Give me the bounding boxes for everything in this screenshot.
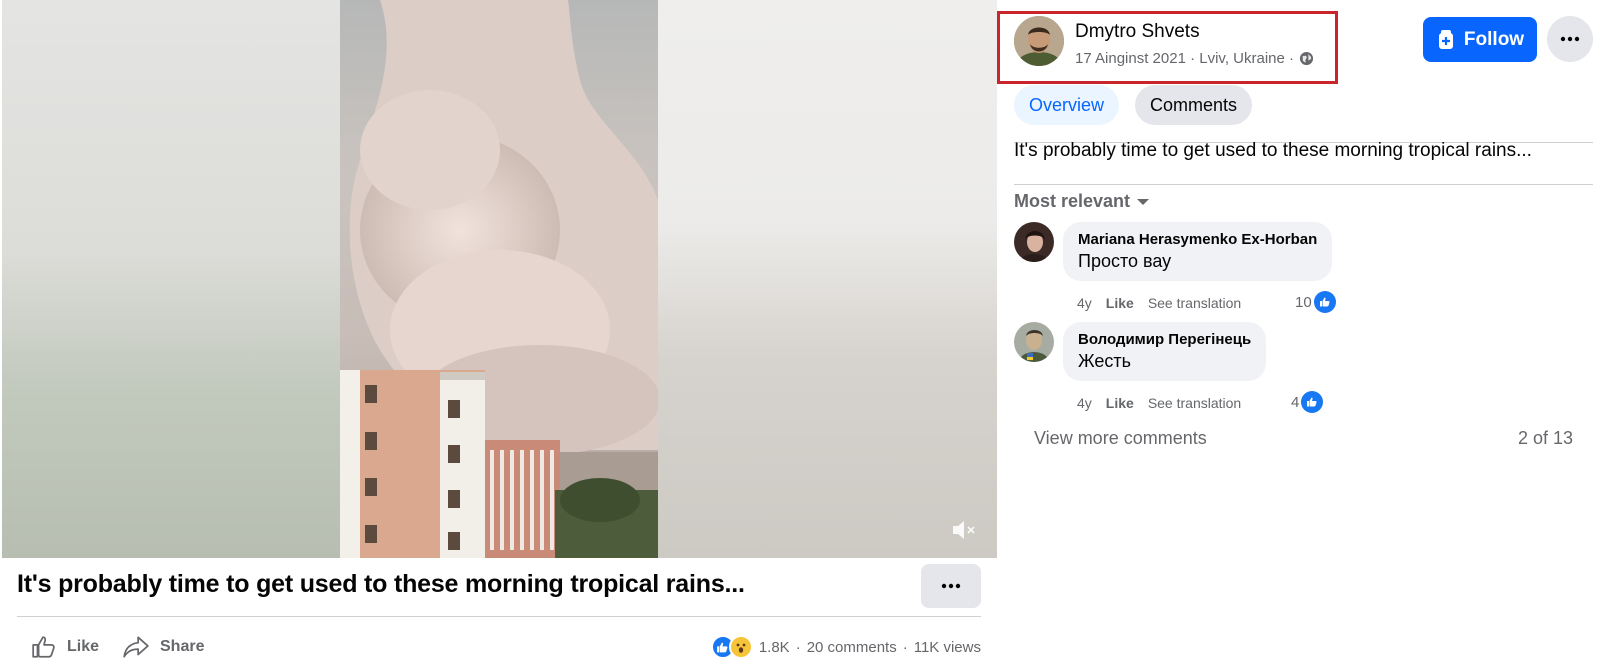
like-reaction-icon bbox=[1313, 291, 1336, 313]
sort-label: Most relevant bbox=[1014, 191, 1131, 211]
speaker-muted-icon bbox=[953, 521, 975, 539]
share-arrow-icon bbox=[123, 636, 149, 658]
comment-text: Жесть bbox=[1078, 351, 1132, 371]
video-player[interactable] bbox=[2, 0, 997, 558]
comment-text: Просто вау bbox=[1078, 251, 1172, 271]
commenter-name[interactable]: Володимир Перегінець bbox=[1078, 331, 1251, 348]
comment-bubble: Mariana Herasymenko Ex-Horban Просто вау bbox=[1063, 222, 1333, 281]
author-avatar[interactable] bbox=[1014, 16, 1064, 66]
comment-reaction-count: 4 bbox=[1291, 393, 1300, 411]
comment-bubble: Володимир Перегінець Жесть bbox=[1063, 322, 1267, 381]
comment-like-link[interactable]: Like bbox=[1106, 295, 1134, 311]
comments-shown-count: 2 of 13 bbox=[1517, 428, 1573, 448]
stats-separator: · bbox=[902, 638, 908, 656]
post-meta: 17 Ainginst 2021 · Lviv, Ukraine · bbox=[1075, 50, 1314, 67]
share-label: Share bbox=[160, 638, 205, 655]
divider bbox=[1014, 184, 1593, 185]
video-blur-backdrop-left bbox=[2, 0, 340, 558]
follow-button[interactable]: Follow bbox=[1423, 17, 1537, 62]
commenter-photo bbox=[1014, 322, 1054, 362]
comments-count[interactable]: 20 comments bbox=[807, 639, 897, 656]
tab-overview[interactable]: Overview bbox=[1014, 85, 1120, 125]
caret-down-icon bbox=[1137, 198, 1150, 205]
thumbs-up-icon bbox=[32, 636, 55, 658]
post-text: It's probably time to get used to these … bbox=[1014, 140, 1532, 161]
wow-reaction-icon bbox=[728, 635, 753, 659]
globe-icon bbox=[1299, 51, 1314, 66]
see-translation-link[interactable]: See translation bbox=[1148, 295, 1241, 311]
view-more-comments-link[interactable]: View more comments bbox=[1034, 428, 1207, 449]
stats-separator: · bbox=[795, 638, 801, 656]
comment-age[interactable]: 4y bbox=[1077, 295, 1092, 311]
tab-comments[interactable]: Comments bbox=[1135, 85, 1253, 125]
follow-plus-icon bbox=[1438, 29, 1453, 49]
like-label: Like bbox=[67, 638, 100, 655]
reaction-icons[interactable] bbox=[710, 635, 753, 659]
divider bbox=[17, 616, 981, 617]
comment-sort-dropdown[interactable]: Most relevant bbox=[1014, 191, 1150, 212]
post-more-button[interactable] bbox=[1547, 16, 1593, 62]
comment-reactions[interactable]: 4 bbox=[1291, 391, 1324, 413]
comment-like-link[interactable]: Like bbox=[1106, 395, 1134, 411]
video-caption: It's probably time to get used to these … bbox=[17, 570, 745, 598]
like-reaction-icon bbox=[1301, 391, 1324, 413]
mute-button[interactable] bbox=[950, 518, 978, 542]
more-dots-icon bbox=[941, 583, 961, 589]
commenter-avatar[interactable] bbox=[1014, 322, 1054, 362]
post-stats: 1.8K · 20 comments · 11K views bbox=[710, 633, 981, 661]
commenter-avatar[interactable] bbox=[1014, 222, 1054, 262]
comment-reaction-count: 10 bbox=[1295, 293, 1312, 311]
post-date-location[interactable]: 17 Ainginst 2021 · Lviv, Ukraine · bbox=[1075, 50, 1294, 67]
video-frame bbox=[340, 0, 658, 558]
views-count: 11K views bbox=[913, 638, 981, 656]
comment-reactions[interactable]: 10 bbox=[1295, 291, 1336, 313]
more-dots-icon bbox=[1560, 36, 1580, 42]
see-translation-link[interactable]: See translation bbox=[1148, 395, 1241, 411]
caption-more-button[interactable] bbox=[921, 564, 981, 608]
like-button[interactable]: Like bbox=[31, 633, 99, 661]
author-name[interactable]: Dmytro Shvets bbox=[1075, 21, 1200, 43]
commenter-photo bbox=[1014, 222, 1054, 262]
video-blur-backdrop-right bbox=[658, 0, 997, 558]
reactions-count[interactable]: 1.8K bbox=[759, 639, 790, 656]
storm-cloud-scene bbox=[340, 0, 658, 558]
comment-meta: 4y Like See translation bbox=[1077, 295, 1241, 311]
commenter-name[interactable]: Mariana Herasymenko Ex-Horban bbox=[1078, 231, 1317, 248]
comment-age[interactable]: 4y bbox=[1077, 395, 1092, 411]
author-photo bbox=[1014, 16, 1064, 66]
follow-label: Follow bbox=[1463, 28, 1525, 50]
share-button[interactable]: Share bbox=[122, 633, 204, 661]
comment-meta: 4y Like See translation bbox=[1077, 395, 1241, 411]
